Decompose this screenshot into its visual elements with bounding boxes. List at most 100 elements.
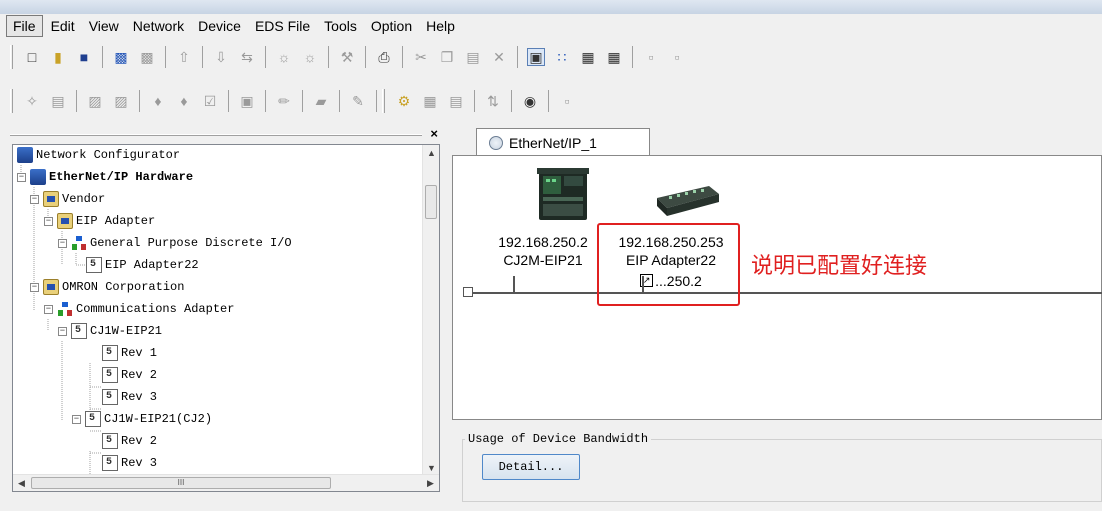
delete-icon[interactable]: ✕ (490, 48, 508, 66)
copy-icon[interactable]: ❐ (438, 48, 456, 66)
eip-adapter-device-icon[interactable] (651, 184, 721, 218)
eds-file-icon (102, 367, 118, 383)
scroll-left-icon[interactable]: ◀ (13, 475, 30, 491)
scroll-thumb[interactable]: III (31, 477, 331, 489)
tree-node-hardware[interactable]: − EtherNet/IP Hardware (17, 167, 193, 187)
tree-node-gp-io[interactable]: − General Purpose Discrete I/O (58, 233, 292, 253)
large-icons-view-icon[interactable]: ▣ (527, 48, 545, 66)
horizontal-scrollbar[interactable]: ◀ III ▶ (13, 474, 439, 491)
menu-file[interactable]: File (6, 15, 43, 37)
report-icon[interactable]: ▰ (312, 92, 330, 110)
scroll-right-icon[interactable]: ▶ (422, 475, 439, 491)
tree-label: Network Configurator (36, 148, 181, 162)
close-icon[interactable]: × (430, 126, 438, 141)
move-up-icon[interactable]: ♦ (149, 92, 167, 110)
eds-file-icon (102, 389, 118, 405)
property-icon[interactable]: ▫ (642, 48, 660, 66)
find-icon[interactable]: ◉ (521, 92, 539, 110)
tree-node-rev2-cj2[interactable]: Rev 2 (102, 431, 157, 451)
menu-view[interactable]: View (83, 16, 125, 36)
scroll-up-icon[interactable]: ▲ (423, 145, 439, 162)
tree-node-cj1w-eip21[interactable]: − CJ1W-EIP21 (58, 321, 162, 341)
collapse-icon[interactable]: − (30, 282, 39, 292)
paste-icon[interactable]: ▤ (464, 48, 482, 66)
tree-node-omron[interactable]: − OMRON Corporation (30, 277, 184, 297)
transfer-icon[interactable]: ⇅ (484, 92, 502, 110)
collapse-icon[interactable]: − (58, 326, 67, 336)
vertical-scrollbar[interactable]: ▲ ▼ (422, 145, 439, 477)
hardware-tree-view[interactable]: Network Configurator − EtherNet/IP Hardw… (12, 144, 440, 492)
collapse-icon[interactable]: − (44, 216, 53, 226)
connection-edit-icon[interactable]: ▨ (112, 92, 130, 110)
small-icons-view-icon[interactable]: ∷ (553, 48, 571, 66)
tree-label: Rev 3 (121, 456, 158, 470)
toolbar-grip[interactable] (382, 89, 385, 113)
menu-option[interactable]: Option (365, 16, 418, 36)
toolbar-separator (76, 90, 77, 112)
toolbar-separator (548, 90, 549, 112)
hardware-list-panel: × Network Configurator − EtherNet/IP Har… (6, 126, 442, 506)
about-icon[interactable]: ▫ (558, 92, 576, 110)
compare-icon[interactable]: ⇆ (238, 48, 256, 66)
tree-label: EIP Adapter22 (105, 258, 199, 272)
menu-eds-file[interactable]: EDS File (249, 16, 316, 36)
print-icon[interactable]: ⎙ (375, 48, 393, 66)
menu-network[interactable]: Network (127, 16, 190, 36)
tree-node-vendor[interactable]: − Vendor (30, 189, 105, 209)
usage-icon[interactable]: ▤ (447, 92, 465, 110)
device-icon[interactable]: ▣ (238, 92, 256, 110)
menu-help[interactable]: Help (420, 16, 461, 36)
wrench-icon[interactable]: ⚒ (338, 48, 356, 66)
connection-icon[interactable]: ▨ (86, 92, 104, 110)
menu-edit[interactable]: Edit (45, 16, 81, 36)
splitter[interactable] (442, 124, 452, 511)
menu-device[interactable]: Device (192, 16, 247, 36)
new-file-icon[interactable]: □ (23, 48, 41, 66)
tree-node-eip-adapter[interactable]: − EIP Adapter (44, 211, 155, 231)
diagnose-icon[interactable]: ✏ (275, 92, 293, 110)
network-canvas[interactable]: 192.168.250.2 CJ2M-EIP21 192.168.250.253… (452, 155, 1102, 420)
tab-ethernet-ip-1[interactable]: EtherNet/IP_1 (476, 128, 650, 156)
parameter-edit-icon[interactable]: ▤ (49, 92, 67, 110)
menu-tools[interactable]: Tools (318, 16, 363, 36)
collapse-icon[interactable]: − (30, 194, 39, 204)
device-cj2m-label[interactable]: 192.168.250.2 CJ2M-EIP21 (483, 233, 603, 269)
cut-icon[interactable]: ✂ (412, 48, 430, 66)
toolbar-separator (265, 46, 266, 68)
tree-node-rev2[interactable]: Rev 2 (102, 365, 157, 385)
online-connect-icon[interactable]: ⚙ (395, 92, 413, 110)
tree-node-cj1w-eip21-cj2[interactable]: − CJ1W-EIP21(CJ2) (72, 409, 212, 429)
collapse-icon[interactable]: − (72, 414, 81, 424)
list-view-icon[interactable]: ▦ (579, 48, 597, 66)
parameter-wizard-icon[interactable]: ✧ (23, 92, 41, 110)
network-connect-icon[interactable]: ▩ (112, 48, 130, 66)
move-down-icon[interactable]: ♦ (175, 92, 193, 110)
tree-label: Rev 2 (121, 434, 158, 448)
tree-node-rev1[interactable]: Rev 1 (102, 343, 157, 363)
check-icon[interactable]: ☑ (201, 92, 219, 110)
open-folder-icon[interactable]: ▮ (49, 48, 67, 66)
collapse-icon[interactable]: − (58, 238, 67, 248)
cj2m-plc-icon[interactable] (537, 166, 589, 222)
detail-button[interactable]: Detail... (482, 454, 580, 480)
toolbar-grip[interactable] (10, 89, 13, 113)
details-view-icon[interactable]: ▦ (605, 48, 623, 66)
upload-icon[interactable]: ⇧ (175, 48, 193, 66)
network-disconnect-icon[interactable]: ▩ (138, 48, 156, 66)
tree-node-rev3[interactable]: Rev 3 (102, 387, 157, 407)
toolbar-grip[interactable] (10, 45, 13, 69)
scroll-thumb[interactable] (425, 185, 437, 219)
collapse-icon[interactable]: − (44, 304, 53, 314)
monitor-icon[interactable]: ☼ (275, 48, 293, 66)
tree-node-rev3-cj2[interactable]: Rev 3 (102, 453, 157, 473)
register-icon[interactable]: ▫ (668, 48, 686, 66)
tree-node-eip-adapter22[interactable]: EIP Adapter22 (86, 255, 199, 275)
collapse-icon[interactable]: − (17, 172, 26, 182)
tree-node-root[interactable]: Network Configurator (17, 145, 180, 165)
save-icon[interactable]: ■ (75, 48, 93, 66)
tree-node-comm-adapter[interactable]: − Communications Adapter (44, 299, 234, 319)
download-icon[interactable]: ⇩ (212, 48, 230, 66)
bandwidth-icon[interactable]: ▦ (421, 92, 439, 110)
edit-device-icon[interactable]: ✎ (349, 92, 367, 110)
monitor-stop-icon[interactable]: ☼ (301, 48, 319, 66)
